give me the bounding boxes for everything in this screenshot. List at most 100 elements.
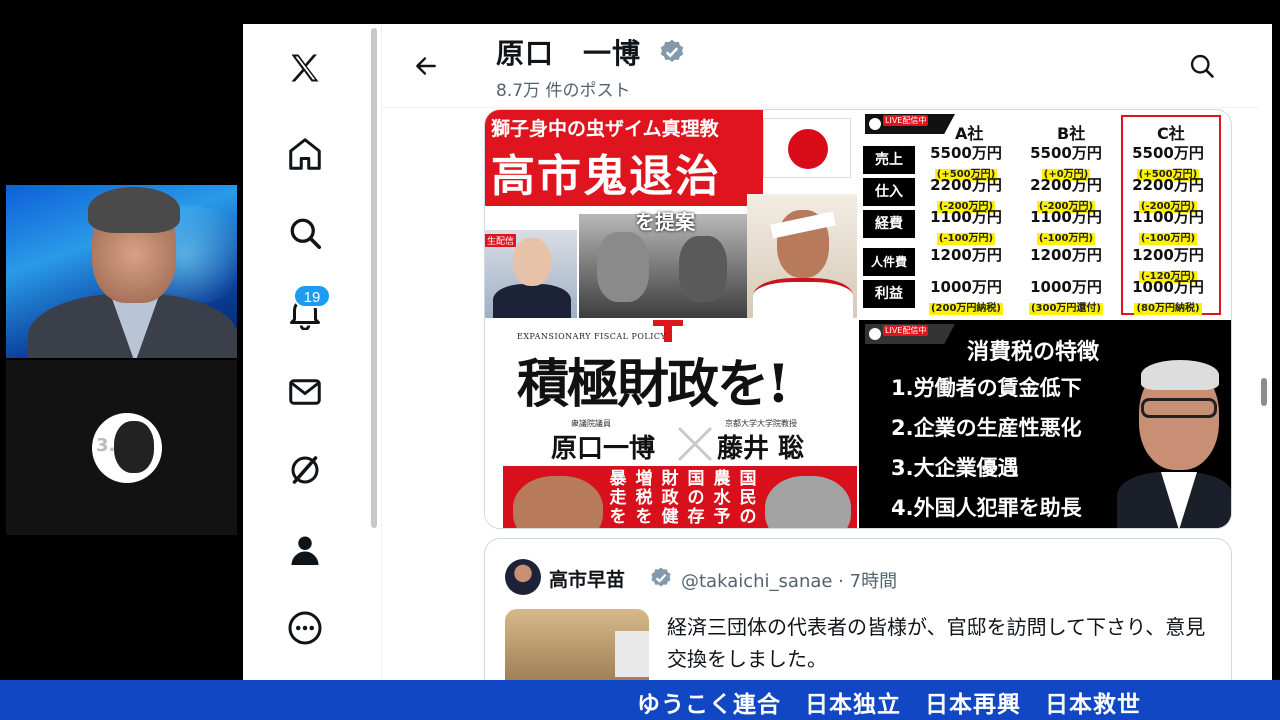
timeline-scrollbar[interactable]	[1261, 378, 1267, 406]
tile3-face-left	[513, 476, 603, 528]
tax-cell-value: 2200万円	[1030, 176, 1102, 194]
tile3-vertical-2: 増税を	[635, 469, 653, 527]
media-tile-fiscal-policy[interactable]: EXPANSIONARY FISCAL POLICY 積極財政を! 衆議院議員 …	[485, 320, 857, 528]
tile2-live-tag: LIVE配信中	[865, 114, 955, 134]
tile3-vertical-4: 国の存	[687, 469, 705, 527]
tile4-item-1: 1.労働者の賃金低下	[891, 376, 1082, 400]
tax-cell-note: (-100万円)	[936, 233, 996, 245]
tile3-en-label: EXPANSIONARY FISCAL POLICY	[517, 332, 667, 341]
screen-top-bar	[243, 0, 1280, 24]
profile-icon	[291, 536, 319, 565]
post-media-grid[interactable]: 獅子身中の虫ザイム真理教 高市鬼退治 生配信 を提案 LIVE配信中 A社 B社…	[484, 109, 1232, 529]
post-count: 8.7万 件のポスト	[496, 81, 631, 101]
quoted-author-handle-time: @takaichi_sanae · 7時間	[681, 571, 898, 592]
tile4-item-3: 3.大企業優遇	[891, 456, 1019, 480]
notification-count-badge: 19	[293, 284, 331, 308]
profile-header: 原口 一博 8.7万 件のポスト	[382, 24, 1259, 108]
tile4-live-label: LIVE配信中	[883, 325, 929, 336]
tile3-vertical-5: 農水予	[713, 469, 731, 527]
column-a: A社	[955, 124, 984, 143]
tax-cell-note: (-100万円)	[1036, 233, 1096, 245]
tile1-live-label: 生配信	[485, 234, 517, 247]
tax-table-cell: 1000万円 (80万円納税)	[1125, 278, 1211, 315]
tile4-item-2: 2.企業の生産性悪化	[891, 416, 1082, 440]
tax-cell-value: 1100万円	[1132, 208, 1204, 226]
x-logo-icon	[291, 54, 319, 82]
channel-logo: 3.0	[92, 413, 162, 483]
quoted-post-text: 経済三団体の代表者の皆様が、官邸を訪問して下さり、意見交換をしました。	[667, 615, 1206, 671]
tax-cell-value: 1200万円	[1030, 246, 1102, 264]
channel-logo-panel: 3.0	[6, 360, 237, 535]
quoted-author-name[interactable]: 高市早苗	[549, 565, 625, 592]
profile-search-button[interactable]	[1182, 46, 1222, 86]
search-icon	[1190, 54, 1214, 78]
japan-flag	[763, 118, 851, 178]
tile4-photo	[1117, 356, 1231, 528]
messages-icon	[289, 379, 321, 405]
nav-x-logo[interactable]	[283, 46, 327, 90]
tax-cell-value: 1100万円	[1030, 208, 1102, 226]
media-tile-takaichi[interactable]: 獅子身中の虫ザイム真理教 高市鬼退治 生配信 を提案	[485, 110, 857, 318]
nav-grok[interactable]	[283, 448, 327, 492]
tile4-title: 消費税の特徴	[967, 340, 1100, 365]
tax-row-label: 売上	[863, 146, 915, 174]
search-icon	[290, 218, 322, 250]
tax-table-cell: 1200万円	[923, 246, 1009, 264]
more-icon	[288, 611, 322, 645]
nav-explore[interactable]	[283, 211, 327, 255]
nav-scrollbar[interactable]	[371, 28, 377, 528]
grok-icon	[291, 456, 319, 484]
tax-cell-value: 1000万円	[1132, 278, 1204, 296]
webcam-feed	[6, 185, 237, 358]
tile3-face-right	[765, 476, 851, 528]
tile1-title: 高市鬼退治	[491, 151, 721, 202]
tax-table-cell: 1100万円 (-100万円)	[923, 208, 1009, 245]
nav-messages[interactable]	[283, 370, 327, 414]
tax-table-cell: 1000万円 (200万円納税)	[923, 278, 1009, 315]
tax-cell-note: (80万円納税)	[1134, 303, 1202, 315]
tax-cell-value: 5500万円	[1030, 144, 1102, 162]
x-browser-window: 19 原口 一博 8.7万 件のポスト 獅子身中の虫ザイム真理教 高市鬼退治 生…	[243, 24, 1272, 680]
cross-icon	[677, 426, 713, 462]
quoted-post[interactable]: 高市早苗 @takaichi_sanae · 7時間 経済三団体の代表者の皆様が…	[484, 538, 1232, 680]
nav-more[interactable]	[283, 606, 327, 650]
tax-cell-value: 1000万円	[1030, 278, 1102, 296]
tile1-caption: を提案	[635, 210, 695, 234]
tile3-vertical-1: 暴走を	[609, 469, 627, 527]
media-tile-tax-table[interactable]: LIVE配信中 A社 B社 C社 売上 5500万円 (+500万円) 5500万円(…	[859, 110, 1231, 318]
stream-side-panel: 3.0	[0, 0, 243, 680]
verified-badge-icon	[660, 39, 684, 62]
nav-profile[interactable]	[283, 528, 327, 572]
x-left-nav: 19	[243, 24, 368, 680]
channel-logo-face	[114, 421, 154, 473]
tile4-live-tag: LIVE配信中	[865, 324, 955, 344]
screen-right-edge	[1272, 24, 1280, 680]
tile3-title: 積極財政を!	[517, 354, 790, 415]
quoted-author-avatar[interactable]	[505, 559, 541, 595]
tax-row-label: 経費	[863, 210, 915, 238]
quoted-post-thumbnail[interactable]	[505, 609, 649, 680]
tax-row-label: 仕入	[863, 178, 915, 206]
back-arrow-icon	[416, 57, 436, 75]
tile4-item-4: 4.外国人犯罪を助長	[891, 496, 1082, 520]
tile3-name-right: 藤井 聡	[717, 434, 805, 464]
tile3-name-left: 原口一博	[551, 434, 656, 464]
tax-cell-value: 1100万円	[930, 208, 1002, 226]
tax-cell-value: 1000万円	[930, 278, 1002, 296]
back-button[interactable]	[406, 46, 446, 86]
tax-row-label: 人件費	[863, 248, 915, 276]
tile3-book-cover: 暴走を 増税を 財政健 国の存 農水予 国民の	[503, 466, 857, 528]
tax-cell-note: (-100万円)	[1138, 233, 1198, 245]
tax-table-cell: 1000万円 (300万円還付)	[1023, 278, 1109, 315]
nav-home[interactable]	[283, 132, 327, 176]
tax-row-label: 利益	[863, 280, 915, 308]
tax-table-cell: 1200万円	[1023, 246, 1109, 264]
tax-table-cell: 1100万円 (-100万円)	[1125, 208, 1211, 245]
tax-cell-note: (200万円納税)	[928, 303, 1003, 315]
media-tile-consumption-tax[interactable]: LIVE配信中 消費税の特徴 1.労働者の賃金低下 2.企業の生産性悪化 3.大…	[859, 320, 1231, 528]
tax-cell-value: 2200万円	[930, 176, 1002, 194]
column-b: B社	[1057, 124, 1086, 143]
verified-badge-icon	[651, 567, 671, 587]
presenter-hair	[88, 187, 180, 233]
tax-cell-note: (300万円還付)	[1028, 303, 1103, 315]
